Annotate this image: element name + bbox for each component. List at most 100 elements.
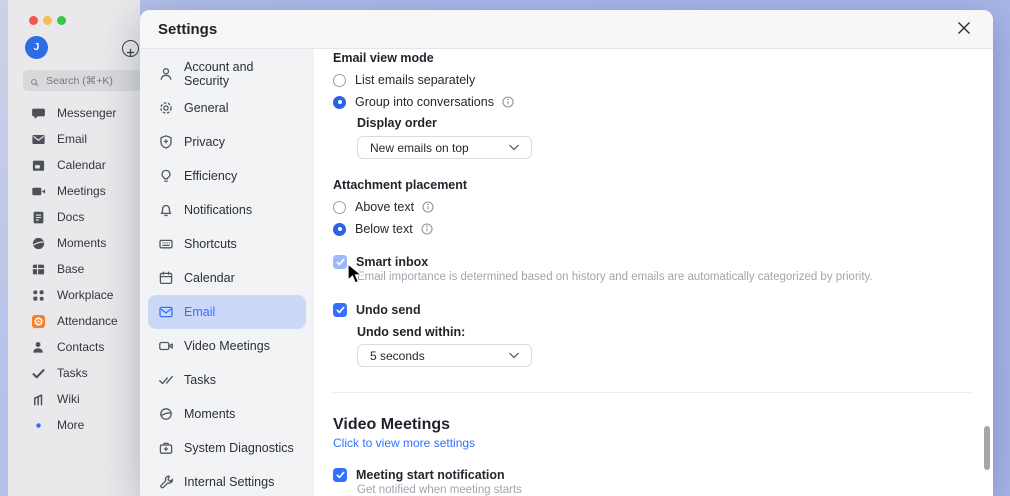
table-grid-icon bbox=[31, 262, 46, 277]
sidebar-item-label: Moments bbox=[57, 236, 106, 250]
undo-send-within-label: Undo send within: bbox=[357, 325, 971, 340]
radio-list-emails-separately[interactable]: List emails separately bbox=[333, 72, 971, 88]
checkbox-undo-send[interactable]: Undo send bbox=[333, 302, 971, 318]
settings-menu-efficiency[interactable]: Efficiency bbox=[148, 159, 306, 193]
sidebar-item-contacts[interactable]: Contacts bbox=[8, 334, 140, 360]
sidebar-item-docs[interactable]: Docs bbox=[8, 204, 140, 230]
sidebar-item-email[interactable]: Email bbox=[8, 126, 140, 152]
sidebar-item-wiki[interactable]: Wiki bbox=[8, 386, 140, 412]
minimize-window-button[interactable] bbox=[43, 16, 52, 25]
settings-menu-label: Calendar bbox=[184, 271, 235, 285]
view-more-settings-link[interactable]: Click to view more settings bbox=[333, 436, 971, 450]
checkbox-smart-inbox[interactable]: Smart inbox bbox=[333, 254, 971, 270]
section-divider bbox=[333, 392, 971, 393]
video-meetings-heading: Video Meetings bbox=[333, 415, 971, 434]
settings-menu-privacy[interactable]: Privacy bbox=[148, 125, 306, 159]
chevron-down-icon bbox=[509, 352, 519, 359]
settings-menu-video-meetings[interactable]: Video Meetings bbox=[148, 329, 306, 363]
settings-menu-notifications[interactable]: Notifications bbox=[148, 193, 306, 227]
radio-label: Above text bbox=[355, 199, 414, 215]
settings-menu-label: General bbox=[184, 101, 228, 115]
sidebar-item-calendar[interactable]: Calendar bbox=[8, 152, 140, 178]
toolbox-icon bbox=[158, 440, 174, 456]
settings-menu-label: Account and Security bbox=[184, 60, 300, 88]
zoom-window-button[interactable] bbox=[57, 16, 66, 25]
search-icon bbox=[30, 75, 39, 86]
settings-menu-label: Email bbox=[184, 305, 215, 319]
settings-menu-internal-settings[interactable]: Internal Settings bbox=[148, 465, 306, 496]
display-order-label: Display order bbox=[357, 116, 971, 131]
sidebar-item-tasks[interactable]: Tasks bbox=[8, 360, 140, 386]
settings-menu-label: Internal Settings bbox=[184, 475, 274, 489]
info-icon[interactable] bbox=[422, 201, 434, 213]
checkbox-checked-icon bbox=[333, 303, 347, 317]
scrollbar-thumb[interactable] bbox=[984, 426, 990, 470]
search-input[interactable] bbox=[44, 74, 135, 88]
display-order-dropdown[interactable]: New emails on top bbox=[357, 136, 532, 159]
sidebar-item-label: Tasks bbox=[57, 366, 88, 380]
dropdown-value: 5 seconds bbox=[370, 349, 425, 363]
checkbox-label: Smart inbox bbox=[356, 254, 428, 270]
settings-content: Email view mode List emails separately G… bbox=[314, 49, 993, 496]
sidebar-item-label: Wiki bbox=[57, 392, 80, 406]
settings-menu-label: Moments bbox=[184, 407, 235, 421]
screen: J Messenger Email Calendar bbox=[0, 0, 1010, 496]
attendance-badge-icon bbox=[31, 314, 46, 329]
info-icon[interactable] bbox=[421, 223, 433, 235]
video-camera-icon bbox=[31, 184, 46, 199]
checkbox-meeting-start-notification[interactable]: Meeting start notification bbox=[333, 467, 971, 483]
sidebar-item-messenger[interactable]: Messenger bbox=[8, 100, 140, 126]
sidebar-item-label: Workplace bbox=[57, 288, 113, 302]
sidebar-item-label: Contacts bbox=[57, 340, 104, 354]
planet-icon bbox=[158, 406, 174, 422]
sidebar-item-label: More bbox=[57, 418, 84, 432]
video-camera-icon bbox=[158, 338, 174, 354]
sidebar-item-label: Email bbox=[57, 132, 87, 146]
settings-menu-label: Video Meetings bbox=[184, 339, 270, 353]
undo-send-within-dropdown[interactable]: 5 seconds bbox=[357, 344, 532, 367]
sidebar-item-moments[interactable]: Moments bbox=[8, 230, 140, 256]
settings-menu-shortcuts[interactable]: Shortcuts bbox=[148, 227, 306, 261]
close-settings-button[interactable] bbox=[957, 21, 973, 37]
radio-above-text[interactable]: Above text bbox=[333, 199, 971, 215]
envelope-icon bbox=[31, 132, 46, 147]
person-icon bbox=[31, 340, 46, 355]
checkmark-icon bbox=[31, 366, 46, 381]
bookshelf-icon bbox=[31, 392, 46, 407]
settings-menu-calendar[interactable]: Calendar bbox=[148, 261, 306, 295]
radio-below-text[interactable]: Below text bbox=[333, 221, 971, 237]
avatar[interactable]: J bbox=[25, 36, 48, 59]
settings-menu-email[interactable]: Email bbox=[148, 295, 306, 329]
sidebar-item-label: Docs bbox=[57, 210, 84, 224]
radio-off-icon bbox=[333, 74, 346, 87]
more-dot-icon bbox=[31, 418, 46, 433]
settings-menu-general[interactable]: General bbox=[148, 91, 306, 125]
settings-menu-system-diagnostics[interactable]: System Diagnostics bbox=[148, 431, 306, 465]
app-nav: Messenger Email Calendar Meetings Docs M… bbox=[8, 100, 140, 438]
info-icon[interactable] bbox=[502, 96, 514, 108]
sidebar-item-meetings[interactable]: Meetings bbox=[8, 178, 140, 204]
settings-menu-tasks[interactable]: Tasks bbox=[148, 363, 306, 397]
sidebar-item-more[interactable]: More bbox=[8, 412, 140, 438]
document-icon bbox=[31, 210, 46, 225]
add-button[interactable] bbox=[122, 40, 139, 57]
sidebar-item-workplace[interactable]: Workplace bbox=[8, 282, 140, 308]
sidebar-item-attendance[interactable]: Attendance bbox=[8, 308, 140, 334]
settings-menu-moments[interactable]: Moments bbox=[148, 397, 306, 431]
close-window-button[interactable] bbox=[29, 16, 38, 25]
envelope-icon bbox=[158, 304, 174, 320]
sidebar-item-label: Base bbox=[57, 262, 84, 276]
radio-label: List emails separately bbox=[355, 72, 475, 88]
page-title: Settings bbox=[158, 21, 217, 38]
lightbulb-icon bbox=[158, 168, 174, 184]
settings-header: Settings bbox=[140, 10, 993, 49]
sidebar-item-base[interactable]: Base bbox=[8, 256, 140, 282]
search-box[interactable] bbox=[23, 70, 142, 91]
checkbox-checked-icon bbox=[333, 255, 347, 269]
settings-dialog: Settings Account and Security General bbox=[140, 10, 993, 496]
calendar-icon bbox=[31, 158, 46, 173]
close-icon bbox=[957, 21, 971, 35]
settings-menu-account-and-security[interactable]: Account and Security bbox=[148, 57, 306, 91]
radio-group-into-conversations[interactable]: Group into conversations bbox=[333, 94, 971, 110]
settings-menu-label: Efficiency bbox=[184, 169, 237, 183]
